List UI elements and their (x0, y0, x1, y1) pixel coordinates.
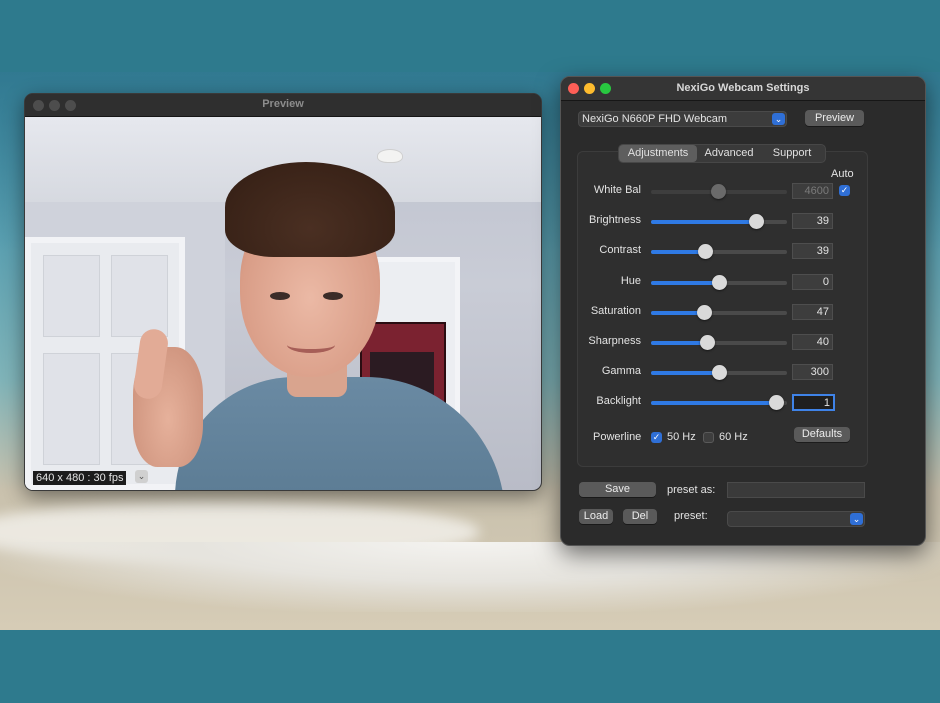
hue-slider[interactable] (651, 275, 787, 290)
del-button[interactable]: Del (623, 509, 657, 524)
brightness-label: Brightness (589, 214, 641, 226)
powerline-60hz-label: 60 Hz (719, 431, 748, 443)
backlight-label: Backlight (596, 395, 641, 407)
hue-label: Hue (620, 275, 641, 287)
saturation-value-field[interactable]: 47 (792, 304, 833, 320)
contrast-value-field[interactable]: 39 (792, 243, 833, 259)
powerline-60hz-checkbox[interactable] (703, 432, 714, 443)
brightness-value-field[interactable]: 39 (792, 213, 833, 229)
preset-label: preset: (674, 510, 708, 522)
contrast-label: Contrast (599, 244, 641, 256)
sharpness-value-field[interactable]: 40 (792, 334, 833, 350)
saturation-slider-knob[interactable] (697, 305, 713, 320)
brightness-slider[interactable] (651, 214, 787, 229)
sharpness-label: Sharpness (588, 335, 641, 347)
resolution-label: 640 x 480 : 30 fps (33, 471, 127, 485)
powerline-label: Powerline (593, 431, 642, 443)
backlight-slider[interactable] (651, 395, 787, 410)
backlight-value-field[interactable]: 1 (792, 394, 835, 411)
saturation-label: Saturation (590, 305, 641, 317)
contrast-slider[interactable] (651, 244, 787, 259)
white-bal-value-field: 4600 (792, 183, 833, 199)
gamma-value-field[interactable]: 300 (792, 364, 833, 380)
resolution-menu-button[interactable]: ⌄ (135, 470, 148, 483)
load-button[interactable]: Load (579, 509, 613, 524)
powerline-50hz-label: 50 Hz (667, 431, 696, 443)
gamma-slider[interactable] (651, 365, 787, 380)
hue-slider-knob[interactable] (712, 275, 727, 290)
preset-select[interactable]: ⌄ (727, 511, 865, 527)
settings-window-title: NexiGo Webcam Settings (676, 82, 810, 94)
white-bal-auto-checkbox[interactable]: ✓ (839, 185, 850, 196)
preset-name-input[interactable] (727, 482, 865, 498)
powerline-50hz-checkbox[interactable]: ✓ (651, 432, 662, 443)
sharpness-slider[interactable] (651, 335, 787, 350)
settings-titlebar[interactable]: NexiGo Webcam Settings (561, 77, 925, 101)
settings-window: NexiGo Webcam Settings NexiGo N660P FHD … (560, 76, 926, 546)
gamma-slider-knob[interactable] (712, 365, 727, 380)
tab-bar: Adjustments Advanced Support (618, 144, 826, 163)
auto-label: Auto (831, 168, 854, 180)
gamma-label: Gamma (601, 365, 641, 377)
device-select[interactable]: NexiGo N660P FHD Webcam ⌄ (578, 111, 787, 127)
hue-value-field[interactable]: 0 (792, 274, 833, 290)
save-button[interactable]: Save (579, 482, 656, 497)
white-bal-slider (651, 184, 787, 199)
sharpness-slider-knob[interactable] (699, 335, 715, 350)
preset-as-label: preset as: (667, 484, 716, 496)
chevron-down-icon: ⌄ (850, 513, 863, 525)
preview-titlebar[interactable]: Preview (25, 94, 541, 117)
white-bal-label: White Bal (593, 184, 641, 196)
device-select-value: NexiGo N660P FHD Webcam (582, 113, 728, 125)
white-bal-slider-knob (710, 184, 726, 199)
saturation-slider[interactable] (651, 305, 787, 320)
preview-window-title: Preview (262, 98, 304, 110)
tab-support[interactable]: Support (761, 145, 823, 162)
preview-button[interactable]: Preview (805, 110, 864, 126)
brightness-slider-knob[interactable] (748, 214, 764, 229)
tab-adjustments[interactable]: Adjustments (619, 145, 697, 162)
tab-advanced[interactable]: Advanced (697, 145, 761, 162)
chevron-down-icon: ⌄ (772, 113, 785, 125)
preview-window: Preview 640 x 480 : 30 fps ⌄ (24, 93, 542, 491)
defaults-button[interactable]: Defaults (794, 427, 850, 442)
webcam-video-feed: 640 x 480 : 30 fps ⌄ (25, 117, 541, 490)
